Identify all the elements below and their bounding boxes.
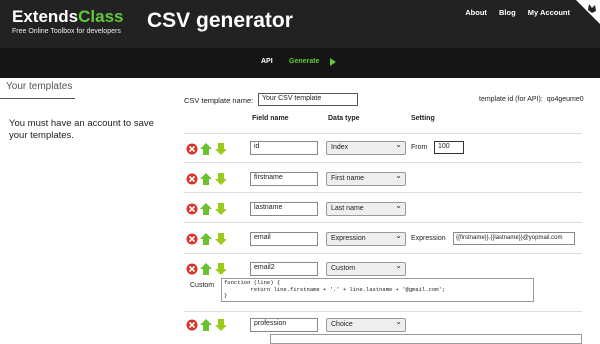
field-name-input[interactable]: profession [250, 318, 318, 332]
field-name-input[interactable]: email [250, 232, 318, 246]
top-bar: ExtendsClass Free Online Toolbox for dev… [0, 0, 600, 48]
nav-about-link[interactable]: About [465, 8, 487, 17]
delete-icon[interactable] [186, 233, 198, 245]
move-up-icon[interactable] [200, 319, 212, 331]
choice-textarea[interactable] [270, 334, 582, 344]
sidebar-message: You must have an account to save your te… [9, 118, 154, 141]
col-header-field-name: Field name [252, 115, 289, 122]
custom-label: Custom [190, 282, 215, 289]
from-input[interactable]: 100 [434, 141, 464, 154]
move-down-icon[interactable] [215, 319, 227, 331]
nav-blog-link[interactable]: Blog [499, 8, 516, 17]
row-controls [186, 202, 227, 220]
logo-tagline: Free Online Toolbox for developers [12, 28, 121, 35]
move-down-icon[interactable] [215, 173, 227, 185]
field-name-input[interactable]: id [250, 141, 318, 155]
sidebar-title: Your templates [6, 81, 73, 92]
logo-text-class: Class [78, 7, 124, 26]
template-id-value: qo4geume0 [546, 96, 584, 103]
field-name-input[interactable]: lastname [250, 202, 318, 216]
move-up-icon[interactable] [200, 233, 212, 245]
template-id-label: template id (for API): [479, 96, 543, 103]
row-divider [184, 133, 582, 134]
play-arrow-icon[interactable] [330, 58, 336, 66]
template-name-label: CSV template name: [184, 96, 254, 105]
move-up-icon[interactable] [200, 173, 212, 185]
row-controls [186, 142, 227, 160]
row-controls [186, 262, 227, 280]
page-title: CSV generator [147, 9, 293, 32]
setting-label: From [411, 144, 428, 151]
delete-icon[interactable] [186, 143, 198, 155]
sub-nav-bar: API Generate [0, 48, 600, 78]
data-type-select[interactable]: Expression [326, 231, 406, 246]
move-up-icon[interactable] [200, 203, 212, 215]
delete-icon[interactable] [186, 263, 198, 275]
delete-icon[interactable] [186, 319, 198, 331]
data-type-select[interactable]: Index [326, 140, 406, 155]
logo-text-extends: Extends [12, 7, 79, 26]
data-type-select[interactable]: Last name [326, 201, 406, 216]
setting-label: Expression [411, 235, 446, 242]
move-up-icon[interactable] [200, 263, 212, 275]
row-divider [184, 222, 582, 223]
move-down-icon[interactable] [215, 263, 227, 275]
row-controls [186, 318, 227, 336]
data-type-select[interactable]: Custom [326, 261, 406, 276]
move-down-icon[interactable] [215, 203, 227, 215]
delete-icon[interactable] [186, 203, 198, 215]
logo[interactable]: ExtendsClass [12, 7, 124, 27]
top-nav: About Blog My Account [455, 8, 570, 17]
move-up-icon[interactable] [200, 143, 212, 155]
row-divider [184, 192, 582, 193]
move-down-icon[interactable] [215, 143, 227, 155]
row-controls [186, 232, 227, 250]
subnav-generate-link[interactable]: Generate [289, 58, 319, 65]
move-down-icon[interactable] [215, 233, 227, 245]
col-header-setting: Setting [411, 115, 435, 122]
nav-my-account-link[interactable]: My Account [528, 8, 570, 17]
data-type-select[interactable]: First name [326, 171, 406, 186]
template-id: template id (for API): qo4geume0 [479, 96, 584, 103]
custom-code-textarea[interactable]: function (line) { return line.firstname … [221, 278, 534, 302]
field-name-input[interactable]: email2 [250, 262, 318, 276]
row-divider [184, 311, 582, 312]
row-controls [186, 172, 227, 190]
row-divider [184, 162, 582, 163]
corner-cat-icon[interactable] [576, 0, 600, 24]
col-header-data-type: Data type [328, 115, 360, 122]
row-divider [184, 253, 582, 254]
data-type-select[interactable]: Choice [326, 317, 406, 332]
template-name-input[interactable]: Your CSV template [258, 93, 358, 106]
field-name-input[interactable]: firstname [250, 172, 318, 186]
expression-input[interactable]: {{firstname}}.{{lastname}}@yopmail.com [453, 232, 575, 245]
subnav-api-link[interactable]: API [261, 58, 273, 65]
delete-icon[interactable] [186, 173, 198, 185]
sidebar-divider [0, 98, 75, 99]
code-line: } [224, 292, 228, 299]
